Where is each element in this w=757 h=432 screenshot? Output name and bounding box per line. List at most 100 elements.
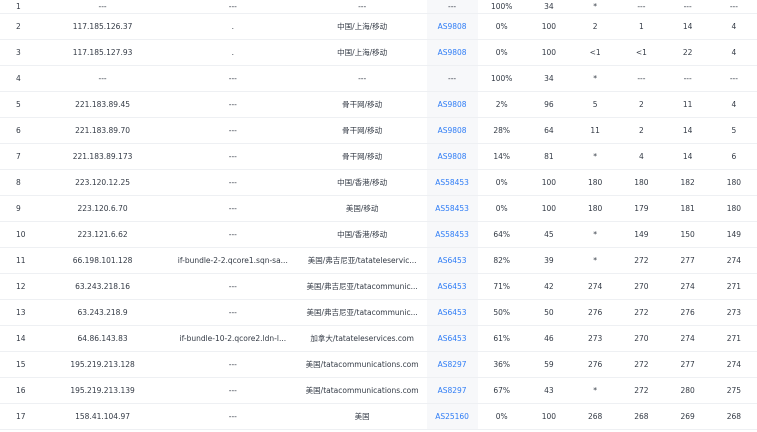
worst-latency: 273 [726, 308, 742, 317]
asn-link[interactable]: AS9808 [426, 144, 478, 169]
asn-link[interactable]: AS25160 [426, 404, 478, 429]
last-latency: * [593, 386, 598, 395]
asn-link[interactable]: AS9808 [426, 14, 478, 39]
hostname: --- [228, 74, 237, 83]
table-row: 5 221.183.89.45 --- 骨干网/移动 AS9808 2% 96 5 2 11 4 [0, 92, 757, 118]
geo-location: 美国 [354, 412, 370, 421]
loss-percent: 2% [495, 100, 508, 109]
worst-latency: --- [729, 2, 738, 11]
asn-link[interactable]: AS6453 [426, 326, 478, 351]
geo-location: 中国/香港/移动 [337, 178, 388, 187]
loss-percent: 71% [493, 282, 511, 291]
ip-address: 117.185.126.37 [72, 22, 133, 31]
worst-latency: 6 [731, 152, 737, 161]
hop-number: 2 [16, 22, 21, 31]
asn-link[interactable]: AS58453 [426, 222, 478, 247]
last-latency: 180 [587, 178, 603, 187]
asn-link[interactable]: AS58453 [426, 196, 478, 221]
table-row: 15 195.219.213.128 --- 美国/tatacommunication… [0, 352, 757, 378]
asn-link[interactable]: AS8297 [426, 352, 478, 377]
last-latency: 276 [587, 360, 603, 369]
hop-number: 10 [16, 230, 26, 239]
table-row: 10 223.121.6.62 --- 中国/香港/移动 AS58453 64% 45 * 14… [0, 222, 757, 248]
table-row: 3 117.185.127.93. 中国/上海/移动 AS9808 0% 100 <1 <1 2… [0, 40, 757, 66]
sent-count: 100 [541, 22, 557, 31]
avg-latency: --- [637, 74, 646, 83]
hostname: --- [228, 386, 237, 395]
hop-number: 14 [16, 334, 26, 343]
hostname: --- [228, 178, 237, 187]
hop-number: 3 [16, 48, 21, 57]
worst-latency: 271 [726, 282, 742, 291]
worst-latency: 274 [726, 360, 742, 369]
asn-link[interactable]: AS9808 [426, 92, 478, 117]
best-latency: 269 [680, 412, 695, 421]
best-latency: 276 [680, 308, 695, 317]
geo-location: 美国/弗吉尼亚/tatateleservic... [307, 256, 417, 265]
traceroute-table: 1 --- --- --- --- 100% 34 * --- --- --- 2 117.185.12… [0, 0, 757, 432]
sent-count: 100 [541, 48, 557, 57]
hostname: --- [228, 412, 237, 421]
asn-link[interactable]: AS6453 [426, 274, 478, 299]
asn-link[interactable]: AS9808 [426, 118, 478, 143]
sent-count: 39 [544, 256, 554, 265]
best-latency: 181 [680, 204, 695, 213]
ip-address: 221.183.89.173 [72, 152, 133, 161]
table-row: 13 63.243.218.9 --- 美国/弗吉尼亚/tatacommunic...… [0, 300, 757, 326]
loss-percent: 0% [495, 178, 508, 187]
worst-latency: 268 [726, 412, 742, 421]
table-row: 2 117.185.126.37. 中国/上海/移动 AS9808 0% 100 2 1 14 4 [0, 14, 757, 40]
avg-latency: 180 [634, 178, 649, 187]
geo-location: 骨干网/移动 [342, 126, 383, 135]
best-latency: 22 [682, 48, 693, 57]
last-latency: <1 [589, 48, 601, 57]
ip-address: 223.120.12.25 [75, 178, 130, 187]
hostname: --- [228, 360, 237, 369]
sent-count: 43 [544, 386, 554, 395]
loss-percent: 0% [495, 204, 508, 213]
worst-latency: 4 [731, 22, 737, 31]
hostname: --- [228, 308, 237, 317]
best-latency: 280 [680, 386, 695, 395]
sent-count: 46 [544, 334, 554, 343]
loss-percent: 100% [490, 74, 513, 83]
asn-link[interactable]: AS6453 [426, 248, 478, 273]
geo-location: 骨干网/移动 [342, 100, 383, 109]
table-row: 9 223.120.6.70 --- 美国/移动 AS58453 0% 100 180 179 1… [0, 196, 757, 222]
geo-location: 美国/弗吉尼亚/tatacommunic... [306, 282, 418, 291]
last-latency: * [593, 74, 598, 83]
worst-latency: 149 [726, 230, 742, 239]
geo-location: 美国/移动 [345, 204, 379, 213]
hostname: --- [228, 204, 237, 213]
sent-count: 34 [544, 74, 554, 83]
asn-link[interactable]: AS9808 [426, 40, 478, 65]
hostname: --- [228, 2, 237, 11]
hop-number: 8 [16, 178, 21, 187]
hostname: --- [228, 152, 237, 161]
hostname: if-bundle-10-2.qcore2.ldn-l... [179, 334, 287, 343]
sent-count: 100 [541, 412, 557, 421]
avg-latency: 270 [634, 282, 649, 291]
hostname: --- [228, 100, 237, 109]
avg-latency: 272 [634, 360, 649, 369]
ip-address: --- [98, 2, 107, 11]
asn-link[interactable]: AS58453 [426, 170, 478, 195]
worst-latency: 5 [731, 126, 737, 135]
asn-link[interactable]: AS8297 [426, 378, 478, 403]
sent-count: 34 [544, 2, 554, 11]
avg-latency: --- [637, 2, 646, 11]
hop-number: 6 [16, 126, 21, 135]
geo-location: 美国/tatacommunications.com [305, 360, 419, 369]
avg-latency: 179 [634, 204, 649, 213]
last-latency: * [593, 152, 598, 161]
ip-address: 158.41.104.97 [75, 412, 130, 421]
best-latency: --- [683, 74, 692, 83]
worst-latency: 275 [726, 386, 742, 395]
asn-link[interactable]: AS6453 [426, 300, 478, 325]
loss-percent: 14% [493, 152, 511, 161]
avg-latency: <1 [635, 48, 647, 57]
table-row: 12 63.243.218.16 --- 美国/弗吉尼亚/tatacommunic..… [0, 274, 757, 300]
avg-latency: 272 [634, 386, 649, 395]
hop-number: 16 [16, 386, 26, 395]
avg-latency: 270 [634, 334, 649, 343]
